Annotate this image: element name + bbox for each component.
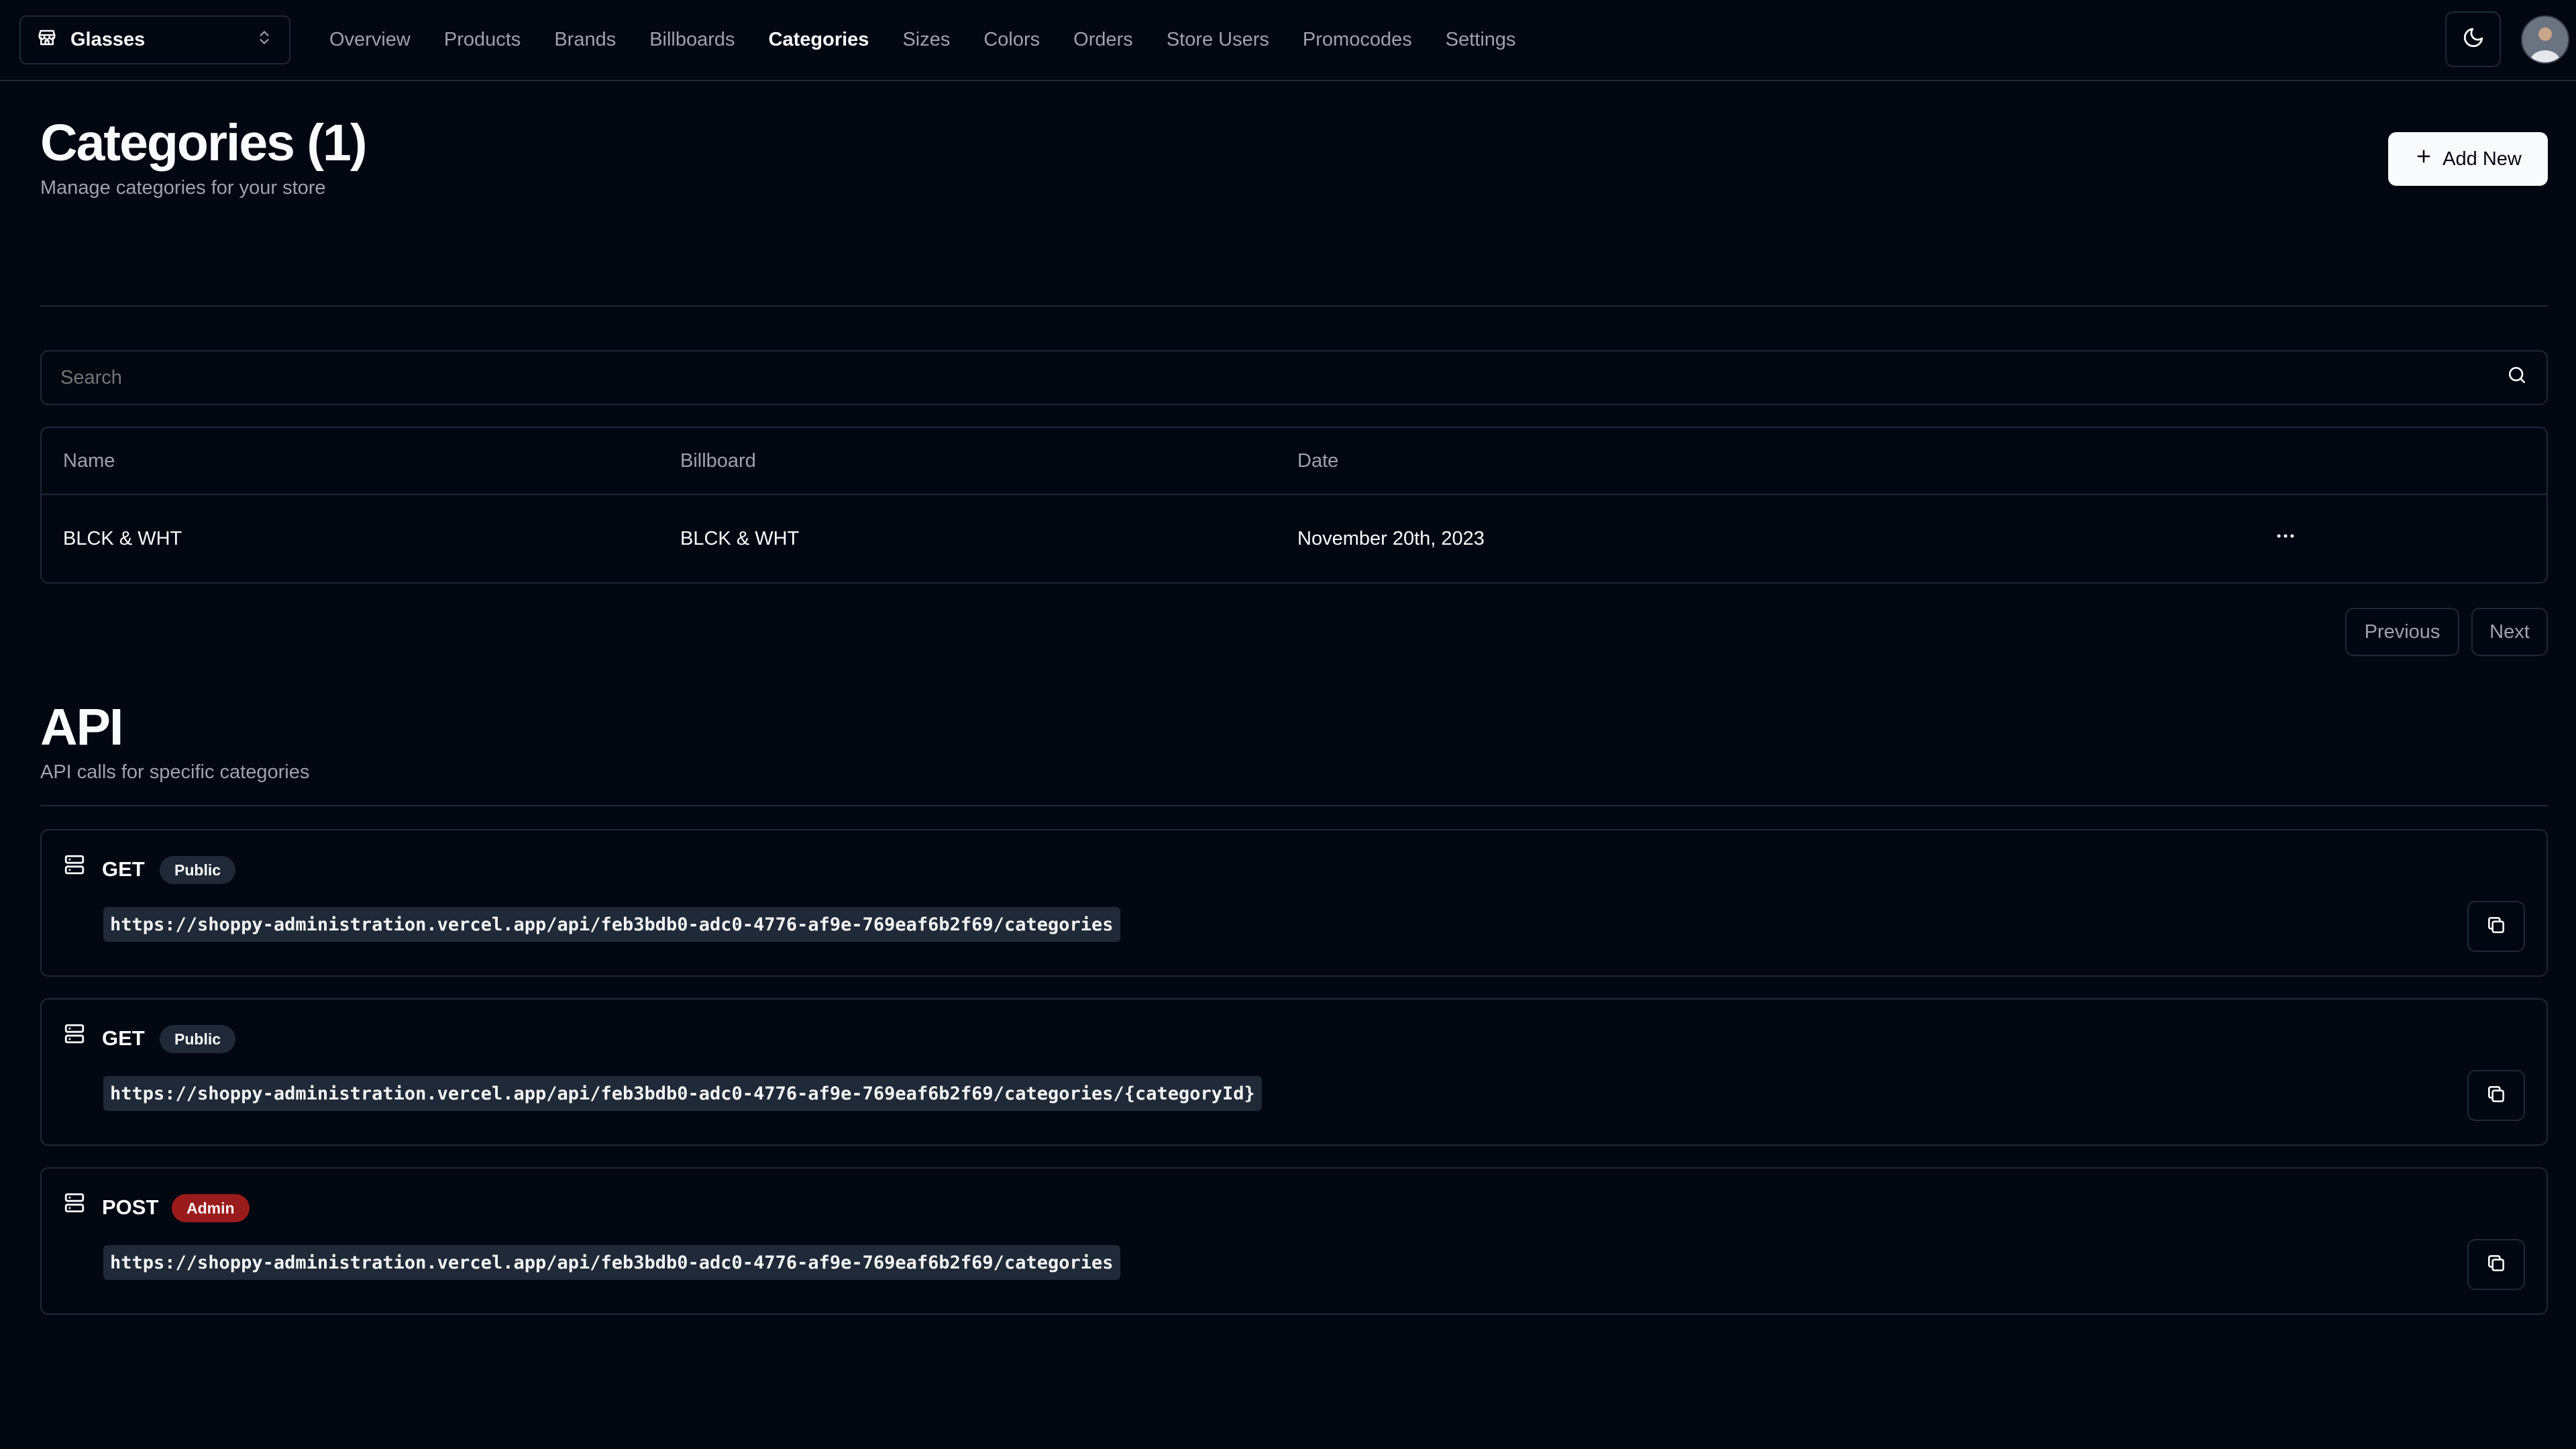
- theme-toggle-button[interactable]: [2445, 11, 2501, 67]
- divider: [40, 305, 2548, 307]
- api-header: API API calls for specific categories: [40, 656, 2548, 784]
- nav-colors[interactable]: Colors: [983, 29, 1040, 51]
- access-badge: Admin: [172, 1194, 250, 1222]
- next-button[interactable]: Next: [2471, 608, 2548, 656]
- categories-table: Name Billboard Date BLCK & WHT BLCK & WH…: [40, 427, 2548, 584]
- copy-url-button[interactable]: [2467, 1070, 2525, 1121]
- api-subtitle: API calls for specific categories: [40, 761, 310, 783]
- page-title: Categories (1): [40, 114, 367, 172]
- more-horizontal-icon: [2274, 525, 2297, 553]
- search-bar[interactable]: [40, 350, 2548, 405]
- search-icon[interactable]: [2506, 364, 2528, 391]
- nav-overview[interactable]: Overview: [329, 29, 411, 51]
- add-new-button[interactable]: Add New: [2388, 132, 2548, 186]
- api-method: GET: [102, 857, 145, 881]
- store-icon: [37, 28, 57, 53]
- pagination: Previous Next: [40, 608, 2548, 656]
- nav-billboards[interactable]: Billboards: [649, 29, 735, 51]
- copy-icon: [2485, 914, 2507, 939]
- column-header-date: Date: [1297, 449, 1339, 472]
- categories-header: Categories (1) Manage categories for you…: [40, 81, 2548, 230]
- nav-promocodes[interactable]: Promocodes: [1303, 29, 1412, 51]
- add-new-label: Add New: [2443, 148, 2522, 170]
- column-header-name: Name: [63, 449, 115, 472]
- nav-brands[interactable]: Brands: [554, 29, 616, 51]
- table-header: Name Billboard Date: [42, 428, 2546, 495]
- top-right-actions: [2445, 11, 2569, 67]
- copy-icon: [2485, 1083, 2507, 1108]
- cell-billboard: BLCK & WHT: [680, 527, 800, 549]
- api-endpoint-card: GET Public https://shoppy-administration…: [40, 998, 2548, 1146]
- api-url: https://shoppy-administration.vercel.app…: [103, 1076, 1262, 1111]
- copy-url-button[interactable]: [2467, 1239, 2525, 1290]
- previous-button[interactable]: Previous: [2345, 608, 2459, 656]
- main-content: Categories (1) Manage categories for you…: [0, 81, 2576, 1315]
- api-url: https://shoppy-administration.vercel.app…: [103, 907, 1120, 942]
- table-row: BLCK & WHT BLCK & WHT November 20th, 202…: [42, 495, 2546, 582]
- api-title: API: [40, 698, 123, 756]
- moon-icon: [2462, 26, 2485, 52]
- search-input[interactable]: [59, 366, 2506, 390]
- server-icon: [63, 853, 86, 879]
- chevrons-up-down-icon: [256, 29, 273, 52]
- plus-icon: [2414, 147, 2433, 171]
- cell-name: BLCK & WHT: [63, 527, 182, 549]
- nav-products[interactable]: Products: [444, 29, 521, 51]
- cell-date: November 20th, 2023: [1297, 527, 1485, 549]
- api-method: POST: [102, 1195, 159, 1219]
- user-avatar[interactable]: [2521, 15, 2569, 64]
- api-endpoint-card: GET Public https://shoppy-administration…: [40, 829, 2548, 977]
- nav-settings[interactable]: Settings: [1446, 29, 1516, 51]
- page-subtitle: Manage categories for your store: [40, 177, 326, 199]
- api-url: https://shoppy-administration.vercel.app…: [103, 1245, 1120, 1280]
- server-icon: [63, 1022, 86, 1049]
- access-badge: Public: [160, 856, 236, 884]
- nav-orders[interactable]: Orders: [1073, 29, 1133, 51]
- nav-store-users[interactable]: Store Users: [1167, 29, 1269, 51]
- page: Glasses Overview Products Brands Billboa…: [0, 0, 2576, 1449]
- top-navbar: Glasses Overview Products Brands Billboa…: [0, 0, 2576, 81]
- nav-categories[interactable]: Categories: [769, 29, 869, 51]
- nav-sizes[interactable]: Sizes: [902, 29, 950, 51]
- row-actions-button[interactable]: [2262, 515, 2309, 562]
- column-header-billboard: Billboard: [680, 449, 756, 472]
- store-name: Glasses: [70, 29, 146, 50]
- api-endpoint-card: POST Admin https://shoppy-administration…: [40, 1167, 2548, 1315]
- server-icon: [63, 1191, 86, 1218]
- store-switcher[interactable]: Glasses: [19, 15, 290, 64]
- copy-icon: [2485, 1252, 2507, 1277]
- copy-url-button[interactable]: [2467, 901, 2525, 952]
- divider: [40, 805, 2548, 806]
- access-badge: Public: [160, 1025, 236, 1053]
- main-nav: Overview Products Brands Billboards Cate…: [329, 29, 1516, 51]
- api-method: GET: [102, 1026, 145, 1050]
